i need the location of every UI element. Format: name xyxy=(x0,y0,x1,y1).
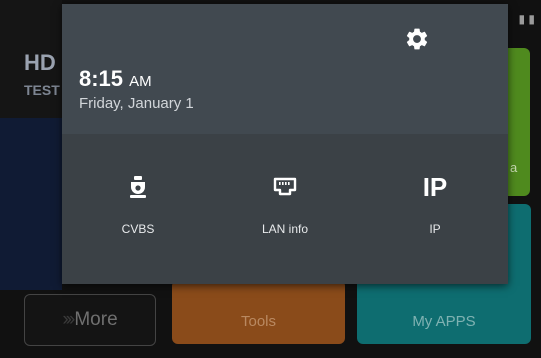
status-bar-icons: ▮ ▮ xyxy=(518,12,535,26)
ip-label: IP xyxy=(429,222,441,236)
quick-setting-lan-info[interactable]: LAN info xyxy=(225,174,345,244)
chevrons-icon: ››› xyxy=(62,309,75,330)
gear-icon xyxy=(406,28,428,50)
clock-date: Friday, January 1 xyxy=(79,95,194,112)
ip-text-icon: IP xyxy=(422,172,448,202)
time-value: 8:15 xyxy=(79,66,124,91)
notification-shade: 8:15 AM Friday, January 1 CVBS LAN info … xyxy=(62,4,508,284)
quick-setting-ip[interactable]: IP IP xyxy=(375,174,495,244)
security-camera-icon xyxy=(78,174,198,200)
more-button[interactable]: ››› More xyxy=(24,294,156,346)
clock-time: 8:15 AM xyxy=(79,66,152,92)
tools-label: Tools xyxy=(240,313,277,330)
tools-tile[interactable]: Tools xyxy=(172,280,345,344)
my-apps-label: My APPS xyxy=(412,313,476,330)
time-ampm: AM xyxy=(129,73,152,90)
left-panel-blue-section xyxy=(0,118,62,290)
ethernet-port-icon xyxy=(225,174,345,200)
cvbs-label: CVBS xyxy=(121,222,155,236)
green-tile-label: a xyxy=(510,160,518,175)
quick-setting-cvbs[interactable]: CVBS xyxy=(78,174,198,244)
lan-info-label: LAN info xyxy=(261,222,309,236)
more-label: More xyxy=(74,309,118,330)
background-subtitle: TEST xyxy=(24,82,60,98)
settings-gear-button[interactable] xyxy=(404,26,430,52)
left-panel xyxy=(0,0,62,290)
signal-icon: ▮ ▮ xyxy=(518,12,535,26)
shade-header: 8:15 AM Friday, January 1 xyxy=(62,4,508,134)
background-title: HD xyxy=(24,50,56,75)
